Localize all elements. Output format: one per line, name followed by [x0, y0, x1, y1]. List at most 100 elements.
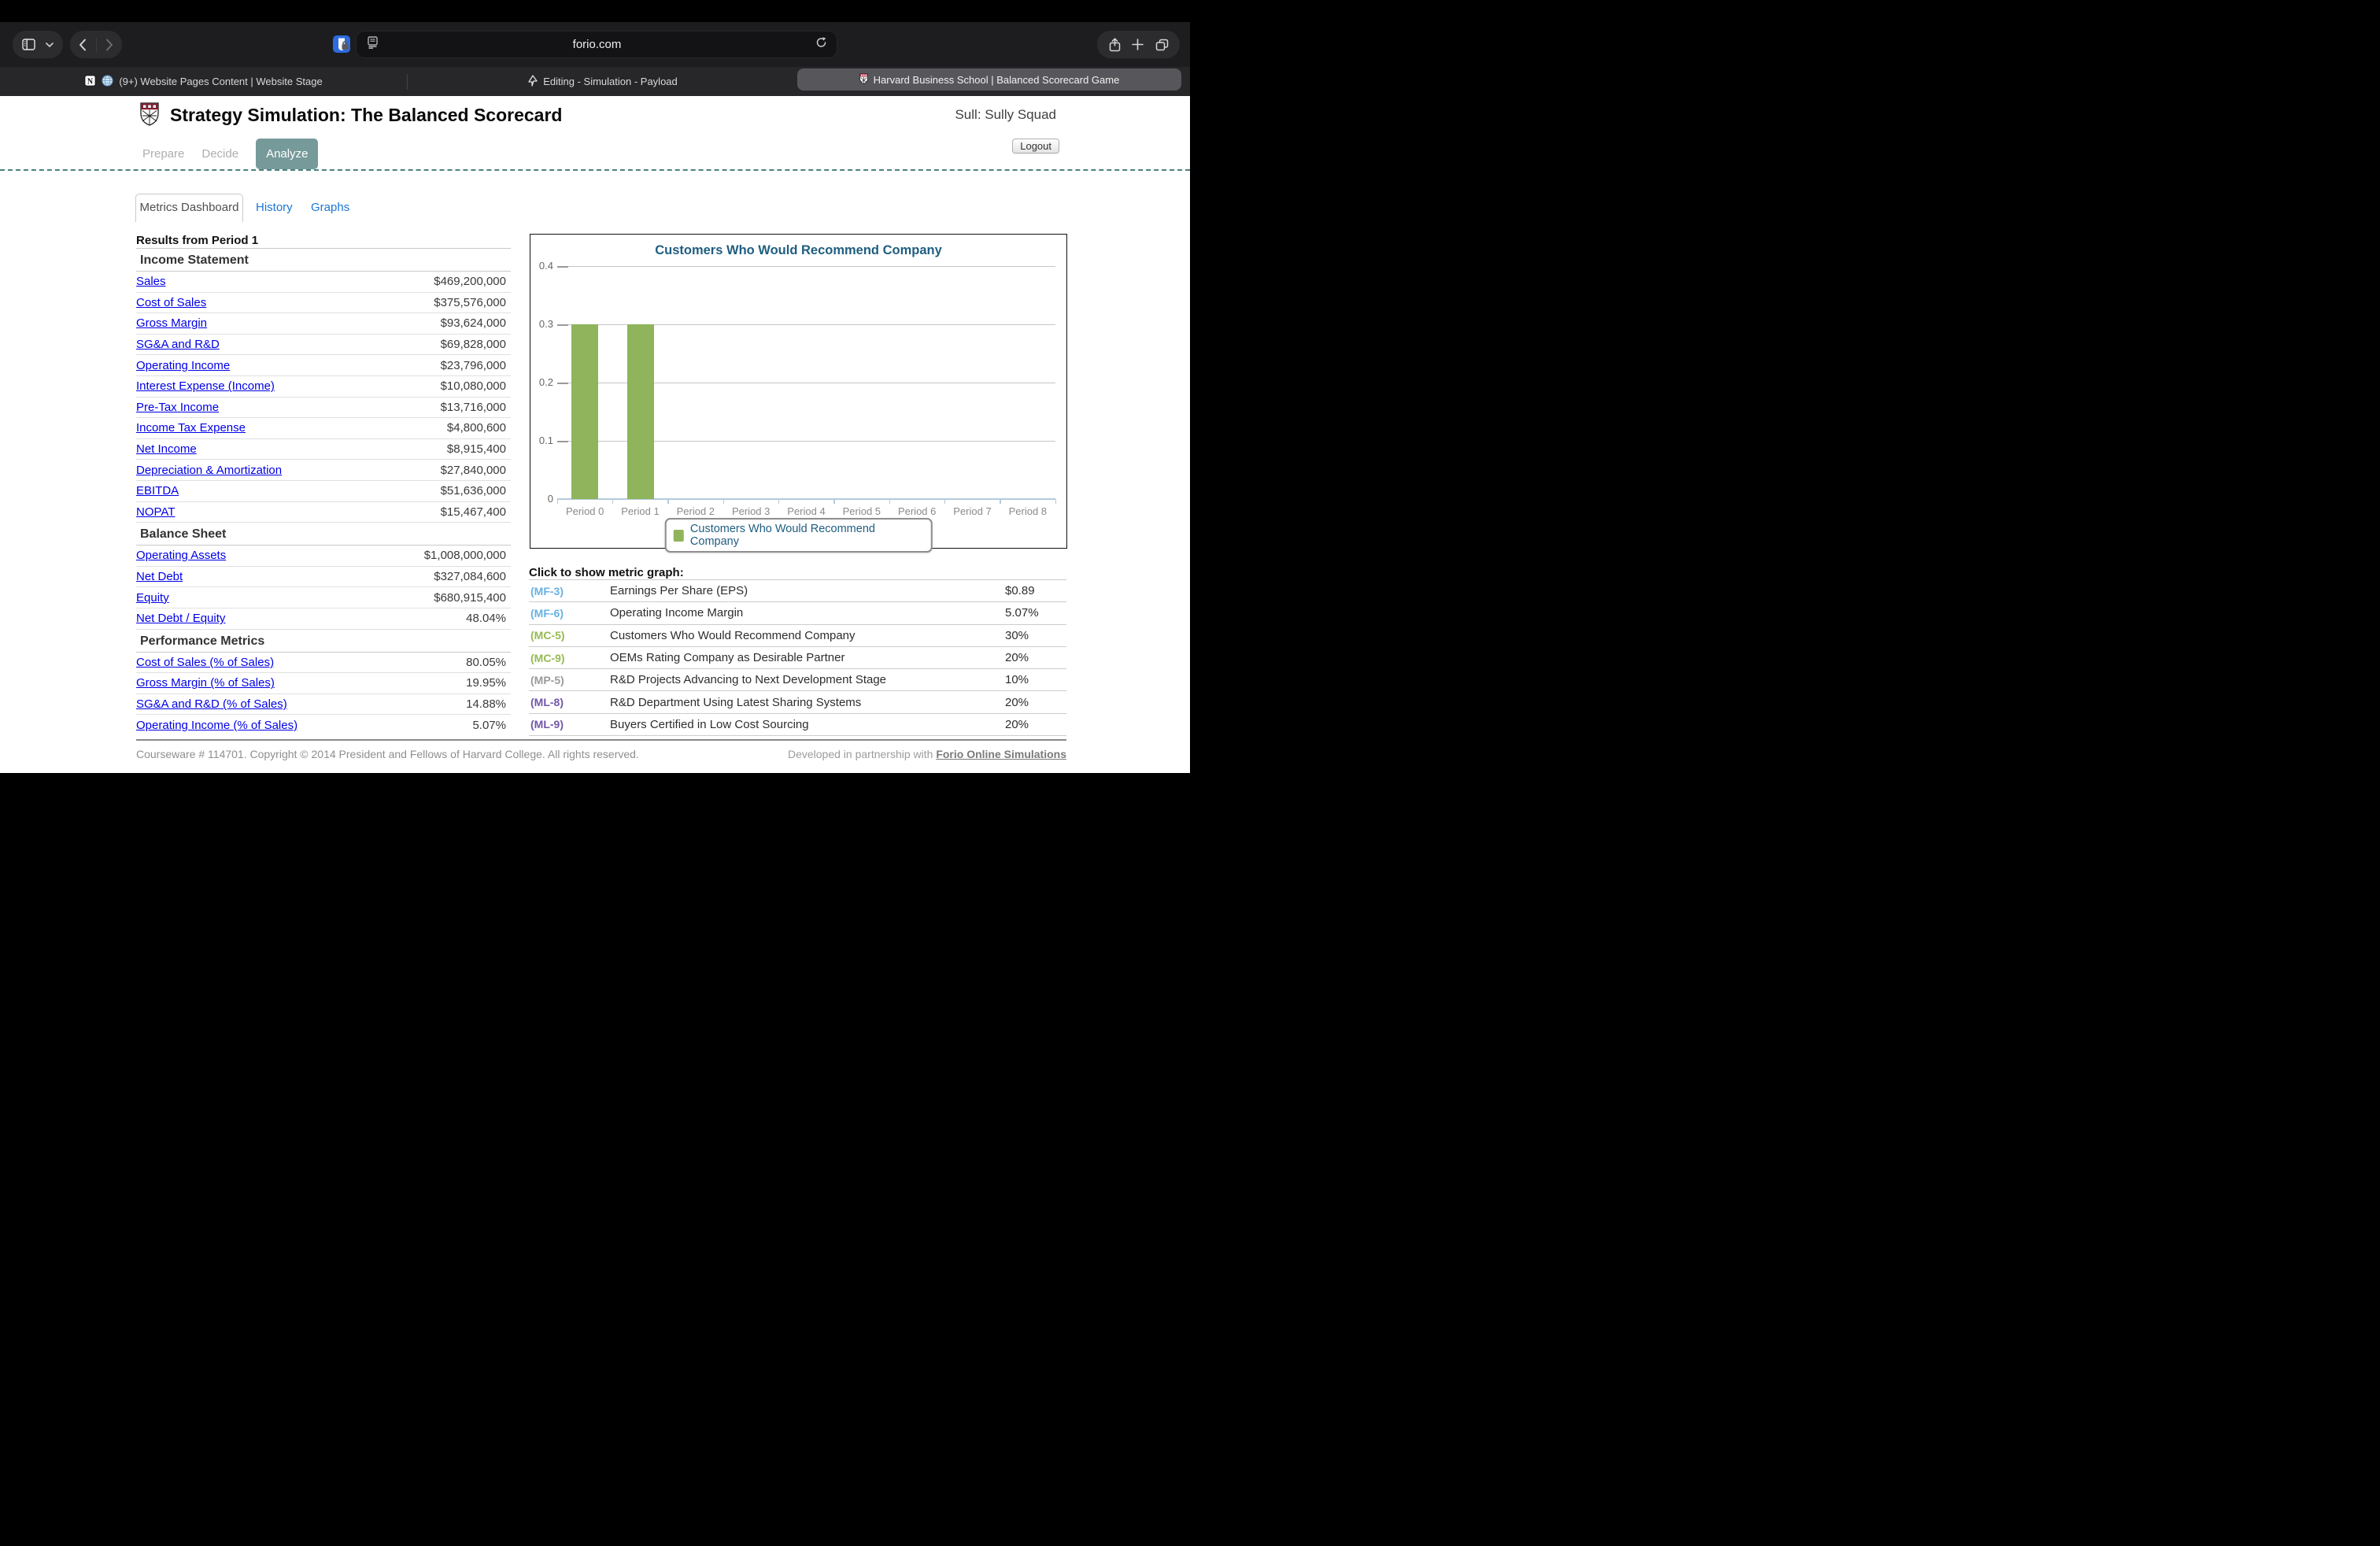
metric-value: $23,796,000 [441, 359, 511, 372]
metric-name: R&D Department Using Latest Sharing Syst… [610, 696, 1005, 709]
logout-button[interactable]: Logout [1012, 139, 1059, 153]
reload-icon[interactable] [815, 36, 827, 53]
metric-link[interactable]: Equity [136, 591, 169, 605]
reader-view-icon[interactable] [367, 36, 379, 53]
metric-link[interactable]: Cost of Sales (% of Sales) [136, 656, 274, 669]
metric-link[interactable]: Net Income [136, 442, 197, 456]
forward-button[interactable] [105, 39, 113, 51]
metric-link[interactable]: NOPAT [136, 505, 175, 519]
gridline [557, 266, 1055, 267]
metric-link[interactable]: Cost of Sales [136, 296, 206, 309]
footer-copyright: Courseware # 114701. Copyright © 2014 Pr… [136, 748, 639, 760]
chevron-down-icon [46, 43, 54, 47]
axis-tick [557, 324, 568, 326]
browser-tab-payload[interactable]: Editing - Simulation - Payload [408, 67, 797, 96]
metric-link[interactable]: Operating Income [136, 359, 230, 372]
metric-link[interactable]: Sales [136, 275, 166, 288]
metric-value: 20% [1005, 718, 1066, 731]
y-axis-label: 0.1 [530, 435, 553, 446]
metric-link[interactable]: Gross Margin [136, 316, 207, 330]
metric-code: (MP-5) [529, 674, 610, 686]
address-bar[interactable]: forio.com [356, 31, 837, 58]
metric-value: $327,084,600 [434, 570, 511, 583]
metric-value: $51,636,000 [441, 484, 511, 497]
tab-title: Harvard Business School | Balanced Score… [874, 74, 1120, 86]
table-row: Operating Income $23,796,000 [136, 355, 511, 376]
metric-code: (MF-6) [529, 607, 610, 620]
menu-bar-strip [0, 0, 1190, 22]
metric-link[interactable]: Interest Expense (Income) [136, 379, 275, 393]
metric-value: $13,716,000 [441, 401, 511, 414]
metric-link[interactable]: Pre-Tax Income [136, 401, 219, 414]
metric-value: 80.05% [466, 656, 511, 669]
share-icon[interactable] [1109, 38, 1121, 52]
x-axis-tick [889, 499, 891, 504]
section-heading: Income Statement [136, 249, 511, 272]
password-extension-icon[interactable] [331, 34, 353, 56]
metric-value: $15,467,400 [441, 505, 511, 519]
subtab-graphs[interactable]: Graphs [311, 201, 349, 214]
screen: forio.com N (9+) Website Page [0, 0, 1190, 773]
metric-graph-row[interactable]: (ML-8)R&D Department Using Latest Sharin… [529, 691, 1066, 713]
forio-link[interactable]: Forio Online Simulations [936, 748, 1066, 760]
metric-list-heading: Click to show metric graph: [529, 566, 684, 579]
axis-tick [557, 266, 568, 268]
sidebar-button[interactable] [13, 31, 63, 58]
table-row: Cost of Sales$375,576,000 [136, 293, 511, 314]
nav-tab-prepare[interactable]: Prepare [142, 147, 184, 161]
table-row: Gross Margin$93,624,000 [136, 313, 511, 335]
metric-link[interactable]: Operating Assets [136, 549, 226, 562]
metric-graph-row[interactable]: (MC-5)Customers Who Would Recommend Comp… [529, 625, 1066, 647]
x-axis-tick [667, 499, 669, 504]
chart-bar [571, 324, 598, 499]
metric-graph-row[interactable]: (MF-3)Earnings Per Share (EPS)$0.89 [529, 580, 1066, 602]
footer-credit: Developed in partnership with Forio Onli… [788, 748, 1066, 760]
x-axis-label: Period 5 [834, 505, 889, 517]
address-text[interactable]: forio.com [379, 38, 815, 51]
metric-graph-row[interactable]: (MP-5)R&D Projects Advancing to Next Dev… [529, 669, 1066, 691]
metric-value: $10,080,000 [441, 379, 511, 393]
metric-graph-row[interactable]: (MF-6)Operating Income Margin5.07% [529, 602, 1066, 624]
x-axis-label: Period 2 [668, 505, 723, 517]
x-axis-tick [723, 499, 725, 504]
metric-link[interactable]: EBITDA [136, 484, 179, 497]
browser-tab-notion[interactable]: N (9+) Website Pages Content | Website S… [0, 67, 407, 96]
results-table: Results from Period 1 Income StatementSa… [136, 234, 511, 736]
y-axis-label: 0.2 [530, 376, 553, 388]
metric-link[interactable]: Depreciation & Amortization [136, 464, 282, 477]
metric-link[interactable]: Gross Margin (% of Sales) [136, 676, 275, 690]
subtab-history[interactable]: History [256, 201, 293, 214]
table-row: Depreciation & Amortization $27,840,000 [136, 460, 511, 481]
metric-graph-row[interactable]: (ML-9)Buyers Certified in Low Cost Sourc… [529, 714, 1066, 736]
main-nav: Prepare Decide Analyze [142, 139, 318, 169]
toolbar-right-group [1097, 31, 1180, 58]
metric-link[interactable]: SG&A and R&D (% of Sales) [136, 697, 287, 711]
metric-link[interactable]: SG&A and R&D [136, 338, 220, 351]
tab-overview-icon[interactable] [1155, 39, 1169, 51]
x-axis-tick [1055, 499, 1057, 504]
table-row: Operating Assets $1,008,000,000 [136, 546, 511, 567]
table-row: EBITDA $51,636,000 [136, 481, 511, 502]
table-row: Cost of Sales (% of Sales) 80.05% [136, 653, 511, 674]
nav-tab-decide[interactable]: Decide [201, 147, 238, 161]
metric-table: (MF-3)Earnings Per Share (EPS)$0.89(MF-6… [529, 579, 1066, 736]
back-button[interactable] [79, 39, 87, 51]
metric-value: $27,840,000 [441, 464, 511, 477]
chart-legend: Customers Who Would Recommend Company [664, 518, 933, 553]
metric-value: 5.07% [1005, 606, 1066, 620]
metric-link[interactable]: Net Debt / Equity [136, 612, 225, 625]
metric-value: $8,915,400 [447, 442, 511, 456]
table-row: SG&A and R&D$69,828,000 [136, 335, 511, 356]
x-axis-label: Period 4 [778, 505, 833, 517]
new-tab-icon[interactable] [1132, 39, 1144, 50]
metric-graph-row[interactable]: (MC-9)OEMs Rating Company as Desirable P… [529, 647, 1066, 669]
y-axis-label: 0.3 [530, 318, 553, 330]
metric-value: $4,800,600 [447, 421, 511, 435]
metric-link[interactable]: Net Debt [136, 570, 183, 583]
browser-tab-active-hbs[interactable]: Harvard Business School | Balanced Score… [797, 68, 1181, 91]
metric-link[interactable]: Income Tax Expense [136, 421, 246, 435]
nav-tab-analyze[interactable]: Analyze [256, 139, 318, 169]
metric-link[interactable]: Operating Income (% of Sales) [136, 719, 298, 732]
subtab-metrics-dashboard[interactable]: Metrics Dashboard [135, 194, 243, 222]
metric-value: $1,008,000,000 [424, 549, 511, 562]
